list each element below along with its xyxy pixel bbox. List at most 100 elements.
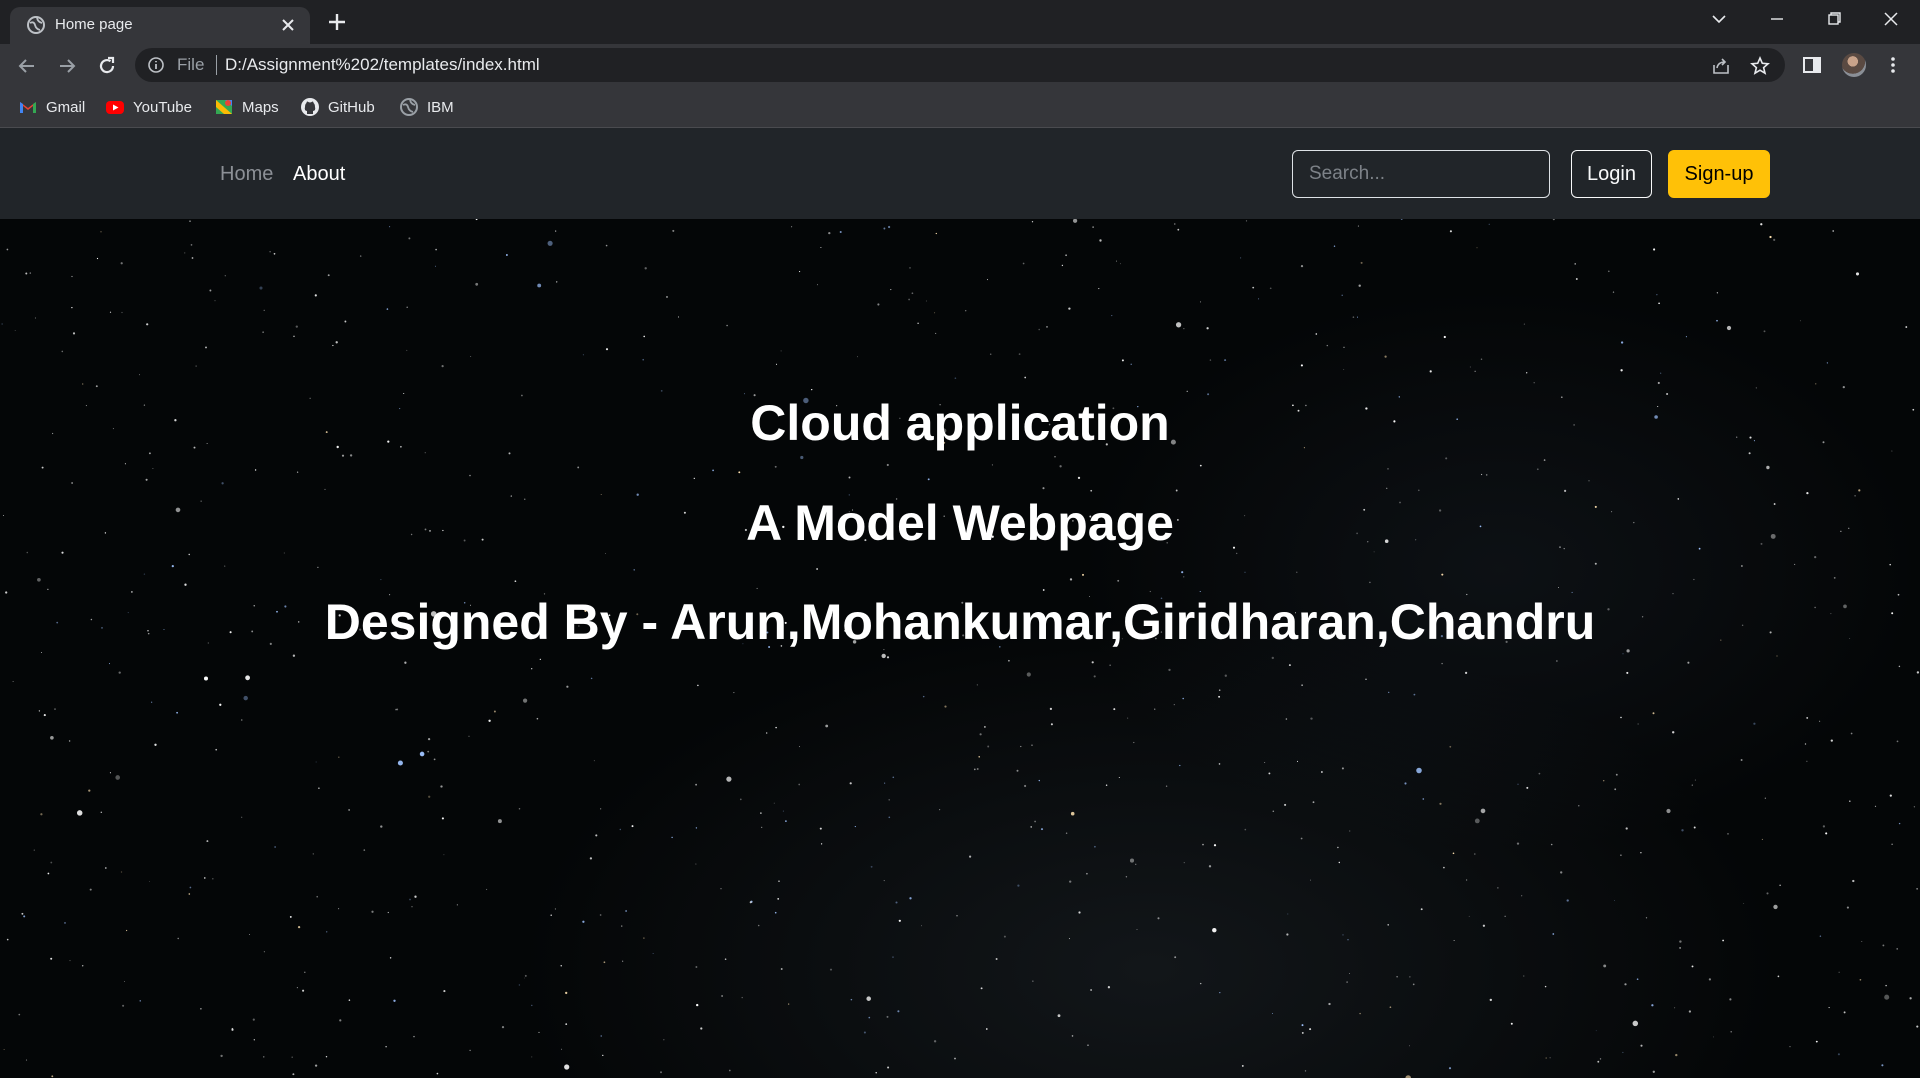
star bbox=[497, 819, 502, 824]
star bbox=[1497, 887, 1499, 889]
star bbox=[987, 745, 990, 748]
star bbox=[780, 350, 782, 352]
star bbox=[263, 951, 265, 953]
nav-link-home[interactable]: Home bbox=[220, 163, 273, 186]
star bbox=[720, 888, 722, 890]
forward-icon[interactable] bbox=[55, 54, 79, 78]
star bbox=[724, 958, 727, 960]
star bbox=[1603, 964, 1607, 968]
more-menu-icon[interactable] bbox=[1881, 53, 1905, 77]
star bbox=[1174, 956, 1177, 959]
star bbox=[1174, 223, 1176, 225]
star bbox=[283, 552, 285, 554]
star bbox=[531, 668, 533, 670]
maps-icon bbox=[216, 100, 232, 114]
close-window-icon[interactable] bbox=[1876, 6, 1906, 32]
star bbox=[1116, 260, 1117, 262]
star bbox=[939, 809, 941, 811]
star bbox=[61, 350, 64, 353]
star bbox=[1819, 720, 1821, 722]
star bbox=[1691, 784, 1693, 786]
star bbox=[696, 1003, 699, 1007]
side-panel-icon[interactable] bbox=[1800, 53, 1824, 77]
star bbox=[1300, 265, 1304, 268]
star bbox=[850, 998, 853, 1001]
signup-button[interactable]: Sign-up bbox=[1668, 150, 1770, 198]
star bbox=[621, 925, 623, 927]
star bbox=[1653, 248, 1656, 251]
star bbox=[1666, 808, 1671, 814]
share-icon[interactable] bbox=[1710, 55, 1732, 77]
bookmark-github[interactable]: GitHub bbox=[300, 96, 375, 118]
star bbox=[726, 776, 732, 782]
close-tab-icon[interactable] bbox=[278, 15, 298, 35]
star bbox=[890, 289, 892, 291]
tab-search-icon[interactable] bbox=[1704, 6, 1734, 32]
star bbox=[695, 783, 697, 786]
star bbox=[393, 999, 396, 1002]
profile-avatar[interactable] bbox=[1842, 53, 1866, 77]
star bbox=[1622, 1051, 1624, 1053]
star bbox=[728, 1069, 731, 1072]
star bbox=[212, 877, 214, 880]
star bbox=[1337, 846, 1339, 849]
minimize-icon[interactable] bbox=[1762, 6, 1792, 32]
star bbox=[1916, 671, 1920, 674]
star bbox=[1213, 844, 1217, 847]
star bbox=[1687, 661, 1690, 664]
star bbox=[1482, 924, 1486, 927]
star bbox=[486, 888, 488, 891]
star bbox=[1602, 779, 1605, 782]
address-bar[interactable]: File D:/Assignment%202/templates/index.h… bbox=[135, 48, 1785, 82]
star bbox=[176, 711, 178, 714]
browser-tab[interactable]: Home page bbox=[10, 7, 310, 44]
star bbox=[643, 937, 645, 939]
star bbox=[1117, 579, 1120, 582]
star bbox=[1769, 235, 1772, 239]
star bbox=[475, 219, 478, 221]
star bbox=[1443, 866, 1445, 869]
star bbox=[231, 1027, 234, 1030]
star bbox=[220, 1054, 223, 1058]
star bbox=[1360, 261, 1363, 264]
star bbox=[1157, 917, 1160, 920]
search-input[interactable] bbox=[1292, 150, 1550, 198]
nav-link-about[interactable]: About bbox=[293, 163, 345, 186]
star bbox=[1105, 784, 1108, 787]
bookmark-star-icon[interactable] bbox=[1749, 55, 1771, 77]
star bbox=[1284, 803, 1287, 806]
star bbox=[1526, 786, 1529, 789]
star bbox=[1338, 861, 1341, 864]
bookmark-ibm[interactable]: IBM bbox=[399, 96, 454, 118]
star bbox=[241, 816, 243, 818]
star bbox=[441, 365, 444, 368]
star bbox=[547, 240, 553, 246]
star bbox=[120, 871, 123, 873]
new-tab-icon[interactable] bbox=[325, 10, 349, 34]
site-info-icon[interactable] bbox=[147, 56, 165, 74]
star bbox=[1846, 906, 1849, 909]
star bbox=[1777, 975, 1780, 978]
star bbox=[1050, 723, 1053, 726]
star bbox=[1031, 744, 1033, 747]
star bbox=[505, 254, 508, 256]
bookmark-youtube[interactable]: YouTube bbox=[105, 96, 192, 118]
star bbox=[104, 867, 107, 869]
login-button[interactable]: Login bbox=[1571, 150, 1652, 198]
restore-icon[interactable] bbox=[1819, 6, 1849, 32]
star bbox=[1199, 590, 1201, 593]
star bbox=[1842, 385, 1845, 389]
hero-subtitle: A Model Webpage bbox=[746, 495, 1174, 551]
star bbox=[200, 1008, 202, 1010]
back-icon[interactable] bbox=[15, 54, 39, 78]
star bbox=[344, 320, 347, 323]
star bbox=[1069, 578, 1073, 581]
bookmark-gmail[interactable]: Gmail bbox=[18, 96, 85, 118]
bookmark-maps[interactable]: Maps bbox=[214, 96, 279, 118]
star bbox=[733, 692, 735, 694]
url-text[interactable]: D:/Assignment%202/templates/index.html bbox=[225, 55, 540, 75]
reload-icon[interactable] bbox=[95, 54, 119, 78]
star bbox=[1889, 563, 1891, 566]
star bbox=[314, 294, 317, 297]
star bbox=[1640, 1044, 1643, 1047]
